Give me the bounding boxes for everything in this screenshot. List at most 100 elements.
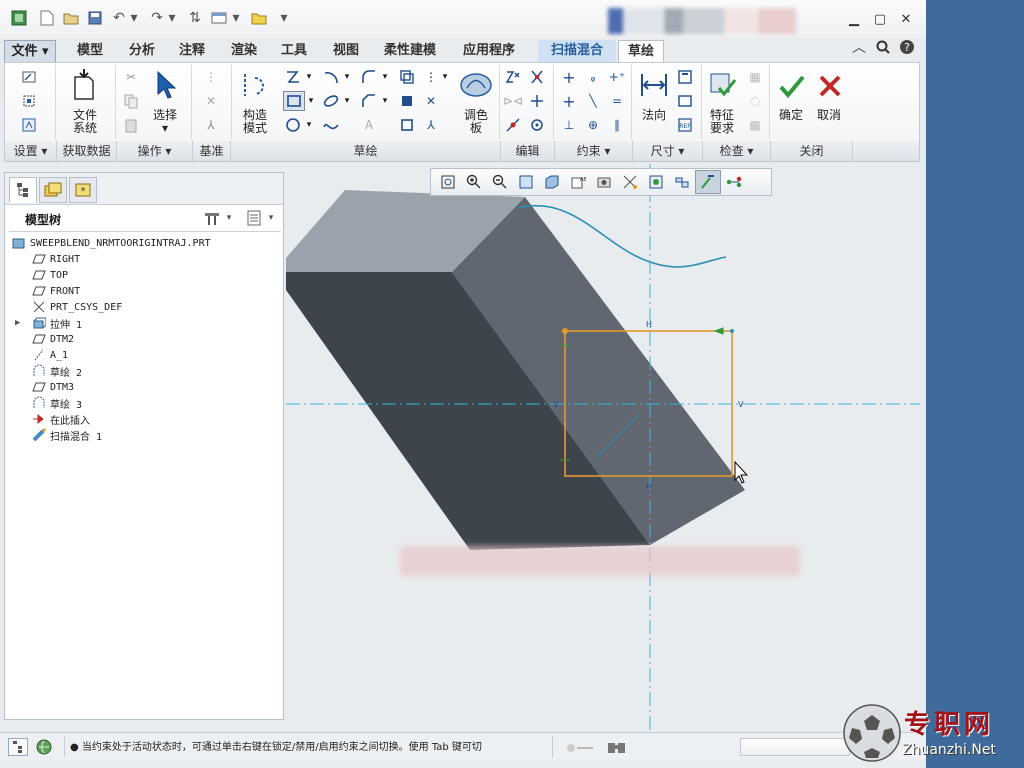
tangent-constraint-icon[interactable]: ᵩ bbox=[583, 67, 603, 87]
modify-icon[interactable] bbox=[503, 67, 523, 87]
sketch-vertex-point[interactable] bbox=[562, 328, 568, 334]
model-viewport[interactable]: H H V V bbox=[286, 164, 920, 730]
saved-orientations-icon[interactable]: AB bbox=[565, 170, 591, 194]
fillet-icon[interactable] bbox=[359, 67, 379, 87]
tree-settings-dropdown-icon[interactable]: ▾ bbox=[223, 209, 235, 227]
tab-sketch[interactable]: 草绘 bbox=[618, 40, 664, 62]
redo-icon[interactable]: ↷ bbox=[148, 9, 166, 27]
selection-filter-dropdown[interactable] bbox=[740, 738, 850, 756]
display-style-icon[interactable] bbox=[539, 170, 565, 194]
corner-icon[interactable] bbox=[527, 91, 547, 111]
spline-icon[interactable] bbox=[321, 115, 341, 135]
close-window-icon[interactable] bbox=[250, 9, 268, 27]
rectangle-dropdown-icon[interactable]: ▾ bbox=[305, 91, 317, 111]
fillet-dropdown-icon[interactable]: ▾ bbox=[379, 67, 391, 87]
select-arrow-icon[interactable] bbox=[151, 67, 179, 103]
tree-item-csys[interactable]: PRT_CSYS_DEF bbox=[31, 299, 122, 315]
equal-constraint-icon[interactable]: = bbox=[607, 91, 627, 111]
file-system-icon[interactable] bbox=[67, 67, 101, 103]
datum-display-icon[interactable] bbox=[669, 170, 695, 194]
windows-icon[interactable] bbox=[210, 9, 228, 27]
group-operations[interactable]: 操作 ▾ bbox=[117, 141, 193, 161]
feature-requirements-label[interactable]: 特征 要求 bbox=[701, 109, 743, 135]
sketch-setup-icon[interactable] bbox=[19, 67, 39, 87]
tree-columns-icon[interactable] bbox=[243, 209, 265, 227]
shade-closed-loops-icon[interactable]: ▩ bbox=[745, 115, 765, 135]
normal-dimension-label[interactable]: 法向 bbox=[635, 109, 673, 122]
windows-dropdown-icon[interactable]: ▾ bbox=[230, 9, 242, 27]
ok-checkmark-icon[interactable] bbox=[775, 69, 809, 103]
tab-render[interactable]: 渲染 bbox=[218, 40, 270, 62]
customize-toolbar-icon[interactable]: ▾ bbox=[278, 9, 290, 27]
construction-mode-label[interactable]: 构造 模式 bbox=[235, 109, 275, 135]
tab-model[interactable]: 模型 bbox=[64, 40, 116, 62]
group-constrain[interactable]: 约束 ▾ bbox=[555, 141, 633, 161]
perspective-icon[interactable] bbox=[617, 170, 643, 194]
arc-icon[interactable] bbox=[321, 67, 341, 87]
close-button[interactable]: ✕ bbox=[898, 11, 914, 27]
tree-item-right[interactable]: RIGHT bbox=[31, 251, 80, 267]
zoom-out-icon[interactable] bbox=[487, 170, 513, 194]
line-chain-icon[interactable] bbox=[283, 67, 303, 87]
maximize-button[interactable]: ▢ bbox=[872, 11, 888, 27]
new-file-icon[interactable] bbox=[38, 9, 56, 27]
offset-icon[interactable] bbox=[397, 67, 417, 87]
tree-item-dtm3[interactable]: DTM3 bbox=[31, 379, 74, 395]
overlapping-geometry-icon[interactable]: ▦ bbox=[745, 67, 765, 87]
project-icon[interactable] bbox=[397, 115, 417, 135]
construction-mode-icon[interactable] bbox=[239, 67, 273, 103]
browser-toggle-icon[interactable] bbox=[34, 738, 54, 756]
group-dimension[interactable]: 尺寸 ▾ bbox=[633, 141, 703, 161]
repaint-icon[interactable] bbox=[513, 170, 539, 194]
reference-dimension-icon[interactable] bbox=[675, 91, 695, 111]
baseline-dimension-icon[interactable]: REF bbox=[675, 115, 695, 135]
chamfer-icon[interactable] bbox=[359, 91, 379, 111]
undo-dropdown-icon[interactable]: ▾ bbox=[128, 9, 140, 27]
regenerate-icon[interactable]: ⇅ bbox=[186, 9, 204, 27]
open-file-icon[interactable] bbox=[62, 9, 80, 27]
search-icon[interactable] bbox=[874, 38, 892, 56]
expand-arrow-icon[interactable]: ▶ bbox=[15, 318, 20, 328]
minimize-button[interactable]: ▁ bbox=[846, 11, 862, 27]
view-manager-icon[interactable] bbox=[591, 170, 617, 194]
palette-label[interactable]: 调色 板 bbox=[455, 109, 497, 135]
feature-requirements-icon[interactable] bbox=[705, 67, 741, 103]
horizontal-constraint-icon[interactable]: + bbox=[559, 91, 579, 111]
datum-centerline-icon[interactable]: ⋮ bbox=[201, 67, 221, 87]
symmetric-constraint-icon[interactable]: +⁺ bbox=[607, 67, 627, 87]
tree-item-insert-here[interactable]: 在此插入 bbox=[31, 411, 90, 427]
rectangle-icon[interactable] bbox=[283, 91, 305, 111]
midpoint-constraint-icon[interactable]: ╲ bbox=[583, 91, 603, 111]
mirror-icon[interactable]: ⊳⊲ bbox=[503, 91, 523, 111]
vertex-display-icon[interactable] bbox=[721, 170, 747, 194]
tab-sweep-blend[interactable]: 扫描混合 bbox=[538, 40, 616, 62]
cancel-button[interactable]: 取消 bbox=[809, 109, 849, 122]
copy-icon[interactable] bbox=[121, 91, 141, 111]
tab-annotate[interactable]: 注释 bbox=[166, 40, 218, 62]
folder-browser-tab-icon[interactable] bbox=[39, 177, 67, 203]
favorites-tab-icon[interactable]: * bbox=[69, 177, 97, 203]
construction-csys-icon[interactable]: ⅄ bbox=[421, 115, 441, 135]
tab-file[interactable]: 文件 ▾ bbox=[4, 40, 56, 62]
group-setup[interactable]: 设置 ▾ bbox=[5, 141, 57, 161]
circle-dropdown-icon[interactable]: ▾ bbox=[303, 115, 315, 135]
tree-settings-icon[interactable] bbox=[201, 209, 223, 227]
construction-point-icon[interactable]: ✕ bbox=[421, 91, 441, 111]
arc-dropdown-icon[interactable]: ▾ bbox=[341, 67, 353, 87]
sketch-view-orient-icon[interactable] bbox=[643, 170, 669, 194]
tree-item-sketch2[interactable]: 草绘 2 bbox=[31, 363, 82, 379]
chamfer-dropdown-icon[interactable]: ▾ bbox=[379, 91, 391, 111]
file-system-label[interactable]: 文件 系统 bbox=[65, 109, 105, 135]
tab-tools[interactable]: 工具 bbox=[268, 40, 320, 62]
coincident-constraint-icon[interactable]: ⊕ bbox=[583, 115, 603, 135]
sketcher-display-icon[interactable] bbox=[695, 170, 721, 194]
paste-icon[interactable] bbox=[121, 115, 141, 135]
tree-item-axis[interactable]: A_1 bbox=[31, 347, 68, 363]
delete-segment-icon[interactable] bbox=[527, 67, 547, 87]
find-icon[interactable] bbox=[606, 739, 628, 755]
centerline-dropdown-icon[interactable]: ▾ bbox=[439, 67, 451, 87]
undo-icon[interactable]: ↶ bbox=[110, 9, 128, 27]
tab-view[interactable]: 视图 bbox=[320, 40, 372, 62]
normal-dimension-icon[interactable] bbox=[637, 67, 671, 103]
divide-icon[interactable] bbox=[503, 115, 523, 135]
